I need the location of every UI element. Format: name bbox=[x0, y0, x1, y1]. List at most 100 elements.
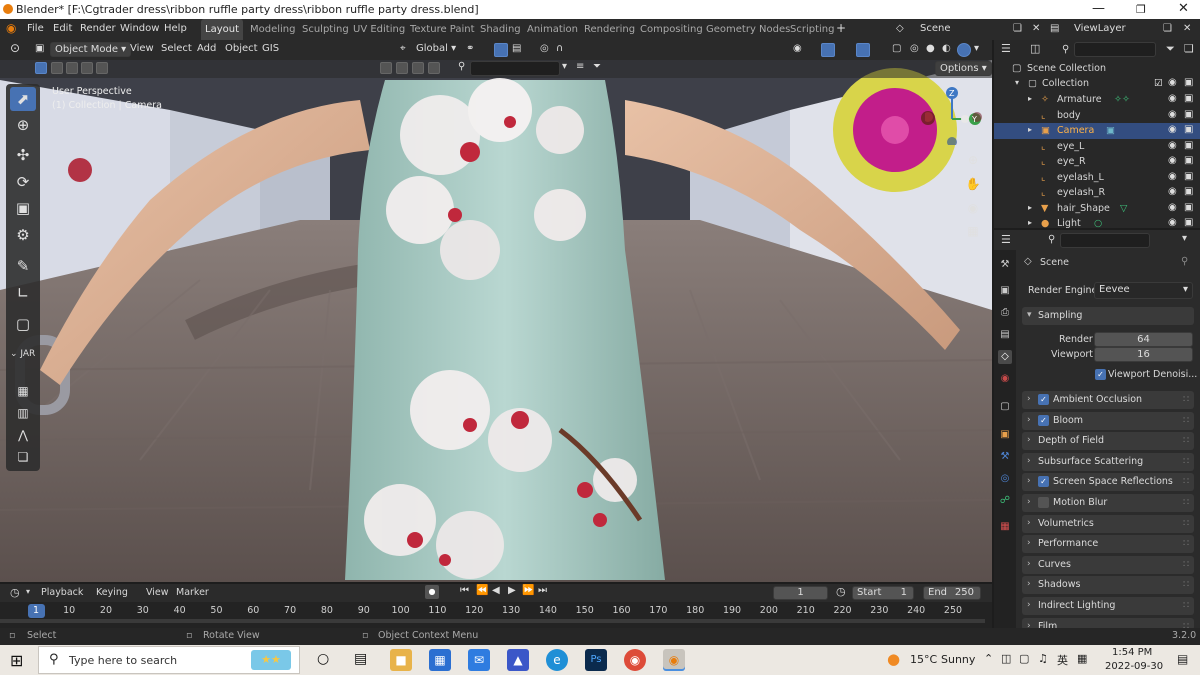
render-camera-icon[interactable]: ▣ bbox=[1184, 217, 1193, 228]
render-camera-icon[interactable]: ▣ bbox=[1184, 202, 1193, 213]
curve-tool-icon[interactable]: ⋀ bbox=[10, 423, 36, 447]
outliner-editor-icon[interactable]: ☰ bbox=[1001, 42, 1011, 55]
close-icon[interactable]: ✕ bbox=[1178, 1, 1189, 16]
weather-temp[interactable]: 15°C bbox=[910, 653, 937, 666]
shading-options-icon[interactable]: ▾ bbox=[974, 43, 979, 54]
tab-scripting[interactable]: Scripting bbox=[786, 19, 838, 40]
select-intersect-icon[interactable] bbox=[96, 62, 108, 74]
taskbar-date[interactable]: 2022-09-30 bbox=[1105, 661, 1163, 672]
tab-uv-editing[interactable]: UV Editing bbox=[349, 19, 409, 40]
scale-tool-icon[interactable]: ▣ bbox=[10, 196, 36, 220]
falloff-icon[interactable]: ∩ bbox=[556, 43, 563, 54]
3d-viewport[interactable] bbox=[0, 40, 992, 582]
search-highlight-icon[interactable]: ★★ bbox=[251, 650, 291, 670]
mail-icon[interactable]: ✉ bbox=[468, 649, 490, 671]
filter-dropdown-icon[interactable]: ▾ bbox=[562, 61, 567, 72]
drag-handle-icon[interactable]: ∷ bbox=[1183, 415, 1189, 426]
scene-name[interactable]: Scene bbox=[920, 23, 951, 34]
select-box-icon[interactable] bbox=[35, 62, 47, 74]
network-icon[interactable]: ◫ bbox=[1001, 652, 1011, 665]
panel-bloom[interactable]: › ✓ Bloom ∷ bbox=[1022, 411, 1194, 430]
panel-screen-space-reflections[interactable]: › ✓ Screen Space Reflections ∷ bbox=[1022, 473, 1194, 492]
transform-tool-icon[interactable]: ⚙ bbox=[10, 223, 36, 247]
object-tab-icon[interactable]: ▣ bbox=[998, 428, 1012, 442]
viewport-denoise-checkbox[interactable]: ✓ bbox=[1095, 369, 1106, 380]
eye-icon[interactable]: ◉ bbox=[1168, 140, 1177, 151]
eye-icon[interactable]: ◉ bbox=[1168, 109, 1177, 120]
eye-icon[interactable]: ◉ bbox=[1168, 77, 1177, 88]
select-tool-icon[interactable]: ⬈ bbox=[10, 87, 36, 111]
orientation-selector[interactable]: Global ▾ bbox=[416, 43, 456, 54]
menu-select[interactable]: Select bbox=[161, 43, 192, 54]
menu-marker[interactable]: Marker bbox=[176, 587, 209, 598]
zoom-view-icon[interactable]: ⊕ bbox=[964, 151, 982, 169]
tab-animation[interactable]: Animation bbox=[523, 19, 582, 40]
panel-checkbox[interactable] bbox=[1038, 497, 1049, 508]
volume-icon[interactable]: ♫ bbox=[1038, 652, 1048, 665]
drag-handle-icon[interactable]: ∷ bbox=[1183, 538, 1189, 549]
scene-icon[interactable]: ◇ bbox=[896, 23, 904, 34]
proportional-edit-icon[interactable]: ◎ bbox=[540, 43, 549, 54]
delete-viewlayer-icon[interactable]: ✕ bbox=[1183, 23, 1191, 34]
photoshop-icon[interactable]: Ps bbox=[585, 649, 607, 671]
render-camera-icon[interactable]: ▣ bbox=[1184, 109, 1193, 120]
render-camera-icon[interactable]: ▣ bbox=[1184, 140, 1193, 151]
expand-icon[interactable]: ▸ bbox=[1028, 203, 1032, 212]
timeline-scrollbar[interactable] bbox=[0, 619, 985, 623]
outliner-row-eye-l[interactable]: ⌞ eye_L ◉ ▣ bbox=[994, 139, 1200, 155]
pan-view-icon[interactable]: ✋ bbox=[964, 175, 982, 193]
xray-icon[interactable]: ▢ bbox=[892, 43, 901, 54]
ortho-toggle-icon[interactable]: ▦ bbox=[964, 222, 982, 240]
expand-icon[interactable]: ▸ bbox=[1028, 94, 1032, 103]
outliner-row-camera[interactable]: ▸ ▣ Camera ▣ ◉ ▣ bbox=[994, 123, 1200, 139]
notifications-icon[interactable]: ▤ bbox=[1177, 652, 1188, 666]
drag-handle-icon[interactable]: ∷ bbox=[1183, 600, 1189, 611]
panel-shadows[interactable]: › Shadows ∷ bbox=[1022, 576, 1194, 595]
blender-menu-icon[interactable]: ◉ bbox=[6, 21, 16, 35]
outliner-row-light[interactable]: ▸ ● Light ○ ◉ ▣ bbox=[994, 216, 1200, 228]
annotate-tool-icon[interactable]: ✎ bbox=[10, 254, 36, 278]
next-keyframe-icon[interactable]: ⏩ bbox=[522, 585, 534, 596]
current-frame-field[interactable]: 1 bbox=[773, 586, 828, 600]
add-cube-tool-icon[interactable]: ▢ bbox=[10, 312, 36, 336]
menu-timeline-view[interactable]: View bbox=[146, 587, 169, 598]
cursor-tool-icon[interactable]: ⊕ bbox=[10, 113, 36, 137]
panel-checkbox[interactable]: ✓ bbox=[1038, 476, 1049, 488]
clock-icon[interactable]: ◷ bbox=[836, 585, 846, 598]
panel-volumetrics[interactable]: › Volumetrics ∷ bbox=[1022, 514, 1194, 533]
menu-add[interactable]: Add bbox=[197, 43, 216, 54]
timeline-editor-icon[interactable]: ◷ bbox=[10, 586, 20, 599]
start-frame-field[interactable]: Start 1 bbox=[852, 586, 914, 600]
edge-browser-icon[interactable]: e bbox=[546, 649, 568, 671]
select-extend-icon[interactable] bbox=[51, 62, 63, 74]
outliner-row-eye-r[interactable]: ⌞ eye_R ◉ ▣ bbox=[994, 154, 1200, 170]
output-tab-icon[interactable]: ⎙ bbox=[998, 306, 1012, 320]
options-button[interactable]: Options ▾ bbox=[935, 61, 992, 76]
wireframe-shading-icon[interactable]: ◎ bbox=[910, 43, 919, 54]
play-reverse-icon[interactable]: ◀ bbox=[492, 585, 500, 596]
drag-handle-icon[interactable]: ∷ bbox=[1183, 579, 1189, 590]
menu-window[interactable]: Window bbox=[120, 23, 159, 34]
drag-handle-icon[interactable]: ∷ bbox=[1183, 435, 1189, 446]
minimize-icon[interactable]: — bbox=[1092, 1, 1105, 16]
snap-icon[interactable] bbox=[494, 43, 508, 57]
tab-sculpting[interactable]: Sculpting bbox=[298, 19, 353, 40]
tab-texture-paint[interactable]: Texture Paint bbox=[406, 19, 479, 40]
properties-editor-icon[interactable]: ☰ bbox=[1001, 233, 1011, 246]
expand-icon[interactable]: ▸ bbox=[1028, 218, 1032, 227]
outliner-row-body[interactable]: ⌞ body ◉ ▣ bbox=[994, 108, 1200, 124]
tab-modeling[interactable]: Modeling bbox=[246, 19, 300, 40]
constraints-tab-icon[interactable]: ☍ bbox=[998, 494, 1012, 508]
blender-taskbar-icon[interactable]: ◉ bbox=[663, 649, 685, 671]
viewport-samples-field[interactable]: 16 bbox=[1094, 347, 1193, 362]
menu-object[interactable]: Object bbox=[225, 43, 258, 54]
collection-tab-icon[interactable]: ▢ bbox=[998, 400, 1012, 414]
texture-tab-icon[interactable]: ▦ bbox=[998, 520, 1012, 534]
camera-view-icon[interactable]: ◉ bbox=[964, 199, 982, 217]
select-subtract-icon[interactable] bbox=[66, 62, 78, 74]
task-view-icon[interactable]: ○ bbox=[317, 651, 329, 667]
eye-icon[interactable]: ◉ bbox=[1168, 217, 1177, 228]
taskbar-time[interactable]: 1:54 PM bbox=[1112, 647, 1152, 658]
outliner-row-eyelash-r[interactable]: ⌞ eyelash_R ◉ ▣ bbox=[994, 185, 1200, 201]
drag-handle-icon[interactable]: ∷ bbox=[1183, 476, 1189, 487]
